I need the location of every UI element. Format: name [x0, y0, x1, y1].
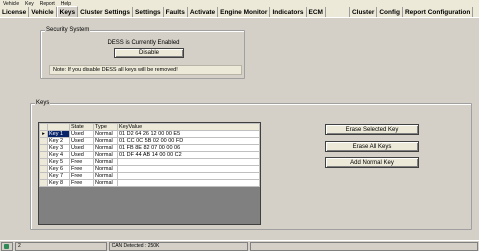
key-name-cell[interactable]: Key 2 [47, 137, 70, 145]
key-state-cell[interactable]: Used [69, 151, 94, 159]
key-name-cell[interactable]: Key 5 [47, 158, 70, 166]
table-row[interactable]: Key 8 Free Normal [39, 179, 260, 187]
key-type-cell[interactable]: Normal [93, 130, 118, 138]
key-name-cell[interactable]: Key 8 [47, 179, 70, 187]
row-pointer [39, 158, 48, 166]
row-pointer: ▸ [39, 130, 48, 138]
key-value-cell[interactable] [117, 165, 260, 173]
dess-status-text: DESS is Currently Enabled [107, 40, 180, 46]
tab-keys[interactable]: Keys [56, 6, 79, 17]
tab-vehicle[interactable]: Vehicle [29, 7, 57, 17]
disable-button[interactable]: Disable [114, 48, 184, 58]
key-type-cell[interactable]: Normal [93, 158, 118, 166]
menu-key[interactable]: Key [25, 1, 34, 7]
key-value-cell[interactable]: 01 D2 64 26 12 00 00 E5 [117, 130, 260, 138]
tab-config[interactable]: Config [377, 7, 403, 17]
security-system-group: Security System DESS is Currently Enable… [40, 27, 245, 79]
key-state-cell[interactable]: Used [69, 130, 94, 138]
erase-selected-key-button[interactable]: Erase Selected Key [325, 124, 419, 135]
key-value-cell[interactable]: 01 FB 8E 82 07 00 00 06 [117, 144, 260, 152]
key-name-cell[interactable]: Key 7 [47, 172, 70, 180]
key-name-cell[interactable]: Key 4 [47, 151, 70, 159]
menu-report[interactable]: Report [40, 1, 55, 7]
row-header-corner [39, 123, 48, 131]
key-state-cell[interactable]: Free [69, 165, 94, 173]
tab-settings[interactable]: Settings [133, 7, 164, 17]
status-segment-can: CAN Detected : 250K [108, 241, 248, 251]
tab-indicators[interactable]: Indicators [270, 7, 307, 17]
tab-activate[interactable]: Activate [188, 7, 219, 17]
tab-engine-monitor[interactable]: Engine Monitor [218, 7, 271, 17]
status-icon-segment [1, 241, 13, 251]
key-type-cell[interactable]: Normal [93, 172, 118, 180]
key-name-cell[interactable]: Key 3 [47, 144, 70, 152]
table-row[interactable]: Key 7 Free Normal [39, 172, 260, 180]
key-type-cell[interactable]: Normal [93, 144, 118, 152]
security-system-title: Security System [45, 27, 91, 34]
key-value-cell[interactable] [117, 172, 260, 180]
column-header-keyvalue[interactable]: KeyValue [117, 123, 260, 131]
status-bar: 2 CAN Detected : 250K [0, 240, 479, 251]
column-header-state[interactable]: State [69, 123, 94, 131]
key-name-cell[interactable]: Key 1 [47, 130, 70, 138]
key-value-cell[interactable]: 01 DF 44 AB 14 00 00 C2 [117, 151, 260, 159]
column-header-type[interactable]: Type [93, 123, 118, 131]
key-type-cell[interactable]: Normal [93, 137, 118, 145]
table-header-row: State Type KeyValue [39, 123, 260, 131]
key-value-cell[interactable] [117, 158, 260, 166]
key-state-cell[interactable]: Free [69, 158, 94, 166]
key-state-cell[interactable]: Used [69, 144, 94, 152]
key-type-cell[interactable]: Normal [93, 179, 118, 187]
tab-license[interactable]: License [0, 7, 30, 17]
row-pointer [39, 144, 48, 152]
key-state-cell[interactable]: Free [69, 172, 94, 180]
table-row[interactable]: Key 4 Used Normal 01 DF 44 AB 14 00 00 C… [39, 151, 260, 159]
row-pointer [39, 179, 48, 187]
table-row[interactable]: Key 6 Free Normal [39, 165, 260, 173]
keys-grid[interactable]: State Type KeyValue ▸ Key 1 Used Normal … [38, 122, 261, 225]
key-state-cell[interactable]: Free [69, 179, 94, 187]
dess-note: Note: If you disable DESS all keys will … [49, 65, 242, 75]
column-header-key [47, 123, 70, 131]
key-value-cell[interactable] [117, 179, 260, 187]
status-segment-right [249, 241, 478, 251]
tab-cluster-settings[interactable]: Cluster Settings [78, 7, 134, 17]
table-row[interactable]: Key 3 Used Normal 01 FB 8E 82 07 00 00 0… [39, 144, 260, 152]
row-pointer [39, 165, 48, 173]
table-row[interactable]: Key 5 Free Normal [39, 158, 260, 166]
table-row[interactable]: Key 2 Used Normal 01 CC 0C 5B 02 00 00 F… [39, 137, 260, 145]
row-pointer [39, 172, 48, 180]
row-pointer [39, 151, 48, 159]
table-row[interactable]: ▸ Key 1 Used Normal 01 D2 64 26 12 00 00… [39, 130, 260, 138]
tab-blank[interactable] [326, 7, 350, 17]
key-name-cell[interactable]: Key 6 [47, 165, 70, 173]
keys-group-title: Keys [35, 100, 51, 107]
tab-cluster[interactable]: Cluster [350, 7, 378, 17]
status-segment-left: 2 [14, 241, 107, 251]
connection-icon [4, 243, 9, 249]
tab-report-configuration[interactable]: Report Configuration [403, 7, 474, 17]
key-value-cell[interactable]: 01 CC 0C 5B 02 00 00 FD [117, 137, 260, 145]
key-state-cell[interactable]: Used [69, 137, 94, 145]
keys-panel: Security System DESS is Currently Enable… [0, 18, 479, 240]
key-type-cell[interactable]: Normal [93, 165, 118, 173]
tab-faults[interactable]: Faults [164, 7, 188, 17]
tab-bar: License Vehicle Keys Cluster Settings Se… [0, 6, 479, 18]
keys-table: State Type KeyValue ▸ Key 1 Used Normal … [39, 123, 260, 187]
menu-vehicle[interactable]: Vehicle [3, 1, 19, 7]
tab-ecm[interactable]: ECM [307, 7, 326, 17]
row-pointer [39, 137, 48, 145]
keys-group: Keys State Type KeyValue ▸ Key 1 Used No… [30, 100, 472, 230]
erase-all-keys-button[interactable]: Erase All Keys [325, 141, 419, 152]
key-type-cell[interactable]: Normal [93, 151, 118, 159]
add-normal-key-button[interactable]: Add Normal Key [325, 157, 419, 168]
